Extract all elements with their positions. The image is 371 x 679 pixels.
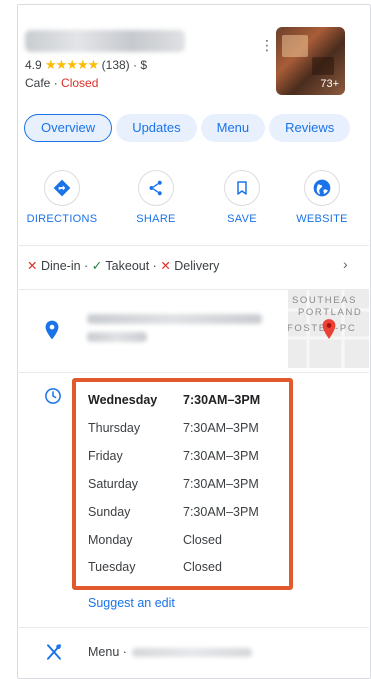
tab-updates[interactable]: Updates xyxy=(116,114,197,142)
bookmark-icon xyxy=(224,170,260,206)
hours-day: Thursday xyxy=(88,421,141,435)
address-redacted[interactable] xyxy=(87,314,262,324)
hours-time: 7:30AM–3PM xyxy=(183,421,259,435)
open-status: Closed xyxy=(61,76,99,90)
divider xyxy=(17,627,369,628)
hours-day: Tuesday xyxy=(88,560,136,574)
menu-link-label[interactable]: Menu · xyxy=(88,645,127,659)
directions-icon xyxy=(44,170,80,206)
rating-line: 4.9 ★★★★★ (138) · $ xyxy=(25,57,148,72)
hours-row-saturday: Saturday 7:30AM–3PM xyxy=(88,477,259,491)
photo-count: 73+ xyxy=(320,78,339,90)
hours-row-wednesday: Wednesday 7:30AM–3PM xyxy=(88,393,260,407)
rating-value: 4.9 xyxy=(25,58,42,72)
suggest-edit-link[interactable]: Suggest an edit xyxy=(88,596,175,610)
directions-button[interactable]: DIRECTIONS xyxy=(26,170,98,225)
directions-label: DIRECTIONS xyxy=(26,213,98,225)
more-options-icon[interactable]: ⋮ xyxy=(260,38,274,52)
save-label: SAVE xyxy=(227,213,257,225)
review-count[interactable]: (138) xyxy=(102,58,130,72)
unavailable-icon: ✕ xyxy=(160,259,171,273)
hours-day: Friday xyxy=(88,449,123,463)
website-button[interactable]: WEBSITE xyxy=(286,170,358,225)
option-delivery: Delivery xyxy=(174,259,220,273)
hours-row-sunday: Sunday 7:30AM–3PM xyxy=(88,505,259,519)
map-label: PORTLAND xyxy=(298,307,363,318)
hours-time: 7:30AM–3PM xyxy=(183,477,259,491)
hours-day: Saturday xyxy=(88,477,139,491)
location-pin-icon xyxy=(45,320,59,345)
service-options[interactable]: ✕ Dine-in · ✓ Takeout · ✕ Delivery xyxy=(27,258,219,273)
place-name-redacted xyxy=(25,30,185,52)
place-category: Cafe xyxy=(25,76,51,90)
save-button[interactable]: SAVE xyxy=(206,170,278,225)
hours-time: 7:30AM–3PM xyxy=(183,393,261,407)
tab-menu[interactable]: Menu xyxy=(200,114,266,142)
place-photo[interactable]: 73+ xyxy=(276,27,345,95)
share-label: SHARE xyxy=(136,213,176,225)
share-button[interactable]: SHARE xyxy=(120,170,192,225)
option-dine-in: Dine-in xyxy=(40,259,81,273)
address-redacted xyxy=(87,332,147,342)
hours-row-friday: Friday 7:30AM–3PM xyxy=(88,449,259,463)
tab-bar: Overview Updates Menu Reviews xyxy=(24,114,354,142)
map-label: SOUTHEAS xyxy=(292,295,358,306)
hours-time: Closed xyxy=(183,533,222,547)
website-label: WEBSITE xyxy=(296,213,348,225)
menu-url-redacted[interactable] xyxy=(132,648,252,657)
hours-time: 7:30AM–3PM xyxy=(183,505,259,519)
action-row: DIRECTIONS SHARE SAVE WEBSITE xyxy=(26,170,347,232)
unavailable-icon: ✕ xyxy=(27,259,38,273)
tab-overview[interactable]: Overview xyxy=(24,114,113,142)
map-marker-icon xyxy=(322,319,336,339)
hours-day: Sunday xyxy=(88,505,131,519)
available-icon: ✓ xyxy=(91,259,103,273)
hours-row-thursday: Thursday 7:30AM–3PM xyxy=(88,421,259,435)
hours-row-monday: Monday Closed xyxy=(88,533,222,547)
divider xyxy=(17,245,369,246)
tab-reviews[interactable]: Reviews xyxy=(269,114,351,142)
hours-row-tuesday: Tuesday Closed xyxy=(88,560,222,574)
price-level: $ xyxy=(140,58,148,72)
rating-stars: ★★★★★ xyxy=(45,57,99,72)
option-takeout: Takeout xyxy=(105,259,150,273)
map-thumbnail[interactable]: SOUTHEAS PORTLAND FOSTER-PC xyxy=(288,290,369,368)
hours-day: Monday xyxy=(88,533,133,547)
category-line: Cafe · Closed xyxy=(25,76,99,90)
chevron-right-icon[interactable]: › xyxy=(343,256,348,272)
clock-icon xyxy=(44,387,62,410)
share-icon xyxy=(138,170,174,206)
globe-icon xyxy=(304,170,340,206)
hours-time: 7:30AM–3PM xyxy=(183,449,259,463)
divider xyxy=(17,372,369,373)
hours-time: Closed xyxy=(183,560,222,574)
utensils-icon xyxy=(45,643,63,666)
hours-day: Wednesday xyxy=(88,393,158,407)
